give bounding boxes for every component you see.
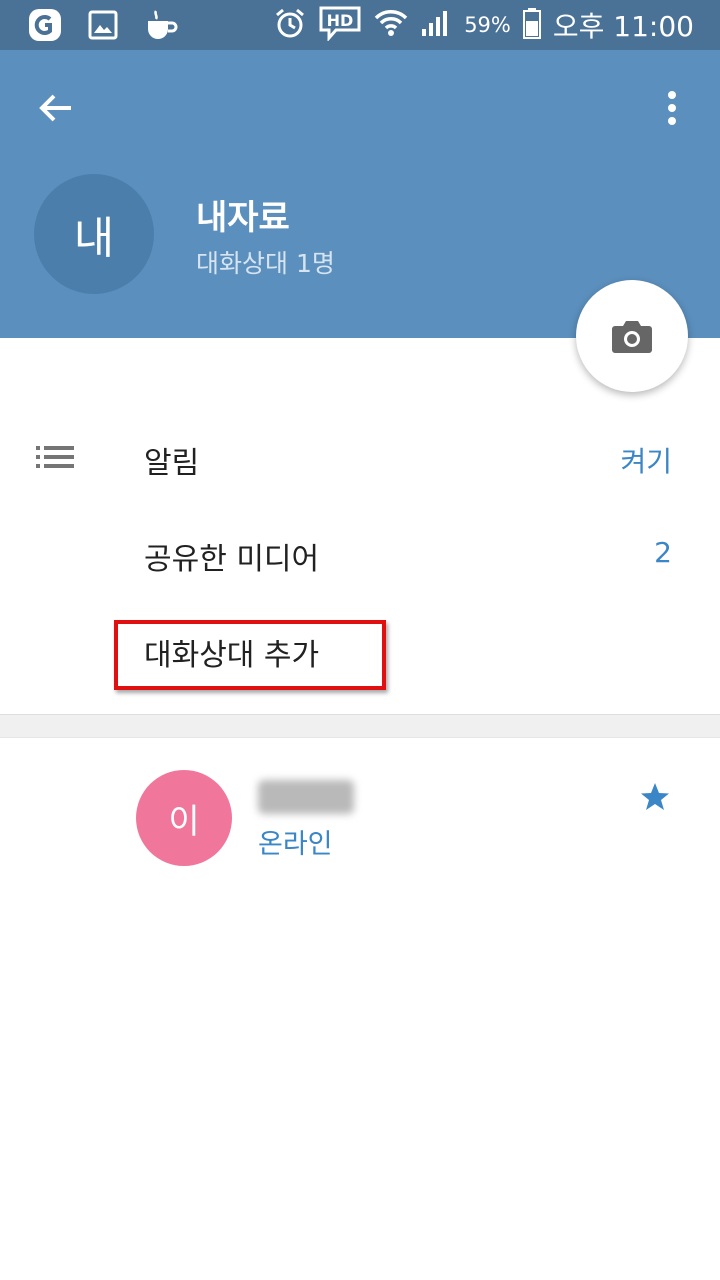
coffee-icon (144, 9, 178, 45)
hd-voice-icon: HD (318, 5, 362, 45)
hd-label: HD (327, 11, 354, 30)
shared-media-count: 2 (654, 536, 672, 569)
avatar-letter: 내 (73, 213, 115, 264)
page-title: 내자료 (196, 198, 290, 238)
highlight-box (114, 620, 386, 690)
back-button[interactable] (24, 80, 88, 136)
image-icon (88, 10, 118, 44)
member-avatar[interactable]: 이 (136, 770, 232, 866)
notifications-row[interactable]: 알림 켜기 (0, 410, 720, 506)
notifications-value: 켜기 (620, 445, 672, 478)
more-options-button[interactable] (648, 80, 696, 136)
arrow-back-icon (39, 94, 71, 122)
wifi-icon (374, 7, 408, 43)
member-name-redacted[interactable] (258, 780, 354, 814)
shared-media-label: 공유한 미디어 (144, 542, 320, 577)
more-vert-icon (668, 91, 676, 125)
member-avatar-letter: 이 (168, 801, 200, 842)
notifications-label: 알림 (144, 446, 200, 481)
camera-icon (612, 321, 652, 353)
battery-icon (522, 7, 541, 43)
battery-percent: 59% (464, 13, 511, 37)
camera-button[interactable] (576, 280, 688, 392)
avatar[interactable]: 내 (34, 174, 154, 294)
status-time: 오후 11:00 (552, 10, 694, 43)
shared-media-row[interactable]: 공유한 미디어 2 (0, 506, 720, 602)
member-status: 온라인 (258, 829, 333, 860)
alarm-icon (274, 7, 306, 43)
member-count: 대화상대 1명 (196, 249, 335, 278)
status-bar: HD 59% 오후 11:00 (0, 0, 720, 50)
star-icon (640, 782, 670, 816)
app-g-icon (28, 8, 62, 46)
signal-icon (420, 8, 452, 42)
list-icon (36, 446, 74, 472)
section-divider (0, 714, 720, 738)
